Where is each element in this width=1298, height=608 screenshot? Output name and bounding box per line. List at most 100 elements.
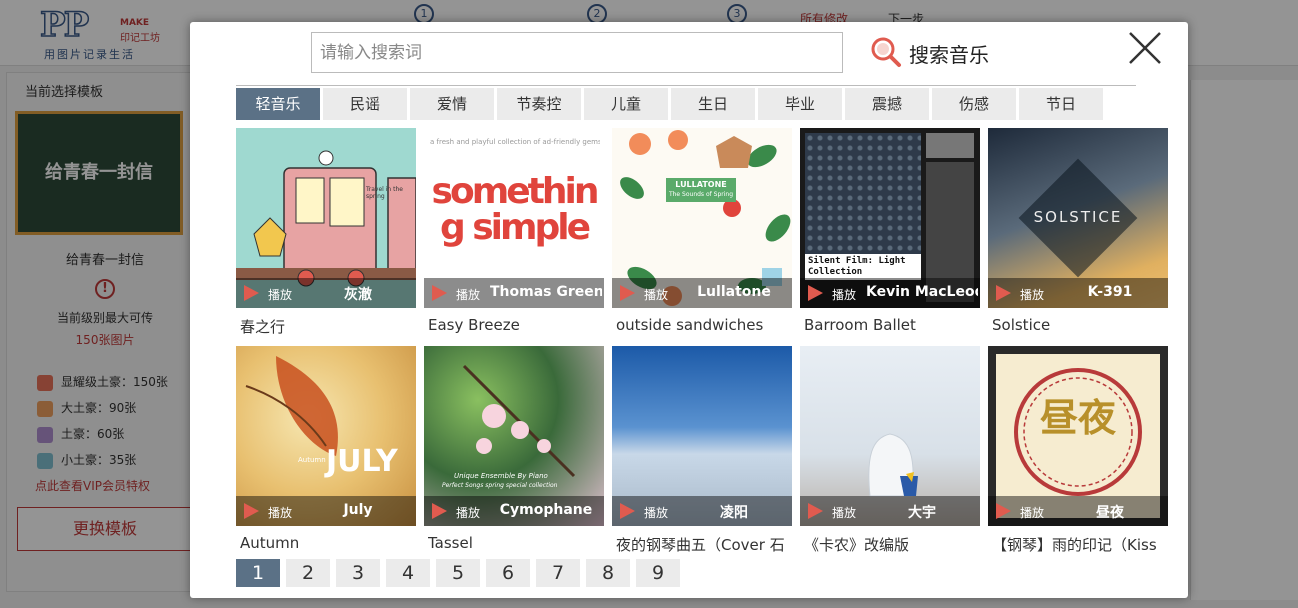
play-icon xyxy=(244,503,259,519)
page-button-5[interactable]: 5 xyxy=(436,559,480,587)
play-bar[interactable]: 播放 Kevin MacLeod xyxy=(800,278,980,308)
play-label: 播放 xyxy=(268,288,293,302)
play-bar[interactable]: 播放 灰澈 xyxy=(236,278,416,308)
play-label: 播放 xyxy=(644,288,669,302)
song-card[interactable]: Travel in the spring 播放 灰澈 春之行 xyxy=(236,128,416,338)
song-card[interactable]: Silent Film: Light Collection 播放 Kevin M… xyxy=(800,128,980,338)
song-artist: Lullatone xyxy=(697,284,771,300)
song-card[interactable]: a fresh and playful collection of ad-fri… xyxy=(424,128,604,338)
cover-pattern xyxy=(805,133,921,273)
song-card[interactable]: LULLATONE The Sounds of Spring 播放 Lullat… xyxy=(612,128,792,338)
page-button-8[interactable]: 8 xyxy=(586,559,630,587)
page-button-2[interactable]: 2 xyxy=(286,559,330,587)
song-title: 春之行 xyxy=(240,318,286,336)
cover-title: Unique Ensemble By Piano xyxy=(454,472,548,480)
search-divider xyxy=(236,85,1136,86)
song-artist: Thomas Greenberg xyxy=(490,284,602,300)
play-bar[interactable]: 播放 Cymophane xyxy=(424,496,604,526)
play-icon xyxy=(432,503,447,519)
play-label: 播放 xyxy=(1020,506,1045,520)
search-music-button[interactable]: 搜索音乐 xyxy=(870,34,1000,70)
play-label: 播放 xyxy=(1020,288,1045,302)
play-icon xyxy=(996,285,1011,301)
song-title: 《卡农》改编版 xyxy=(804,536,910,554)
tab-rhythm[interactable]: 节奏控 xyxy=(497,88,581,120)
song-card[interactable]: 播放 大宇 《卡农》改编版 xyxy=(800,346,980,556)
song-artist: 灰澈 xyxy=(344,287,372,303)
play-icon xyxy=(808,285,823,301)
song-title: Solstice xyxy=(992,316,1051,334)
song-title: 【钢琴】雨的印记（Kiss xyxy=(992,536,1157,554)
tab-folk[interactable]: 民谣 xyxy=(323,88,407,120)
song-title: Autumn xyxy=(240,534,300,552)
close-icon[interactable] xyxy=(1127,30,1163,66)
cover-title: 昼夜 xyxy=(1039,396,1116,440)
music-search-input[interactable] xyxy=(311,32,843,73)
tab-love[interactable]: 爱情 xyxy=(410,88,494,120)
music-picker-dialog: 搜索音乐 轻音乐 民谣 爱情 节奏控 儿童 生日 毕业 震撼 伤感 节日 xyxy=(190,22,1188,598)
song-title: Barroom Ballet xyxy=(804,316,916,334)
song-card[interactable]: Autumn JULY 播放 July Autumn xyxy=(236,346,416,556)
tab-sad[interactable]: 伤感 xyxy=(932,88,1016,120)
play-bar[interactable]: 播放 Thomas Greenberg xyxy=(424,278,604,308)
play-label: 播放 xyxy=(832,288,857,302)
search-music-label: 搜索音乐 xyxy=(909,43,989,67)
cover-title: JULY xyxy=(326,444,398,479)
song-card[interactable]: 播放 凌阳 夜的钢琴曲五（Cover 石 xyxy=(612,346,792,556)
cover-block xyxy=(926,133,974,158)
cover-title: Silent Film: Light Collection xyxy=(808,256,906,277)
page-button-1[interactable]: 1 xyxy=(236,559,280,587)
play-bar[interactable]: 播放 凌阳 xyxy=(612,496,792,526)
cover-subtext: The Sounds of Spring xyxy=(668,191,734,198)
play-bar[interactable]: 播放 July xyxy=(236,496,416,526)
page-button-4[interactable]: 4 xyxy=(386,559,430,587)
play-icon xyxy=(996,503,1011,519)
song-title: Tassel xyxy=(428,534,473,552)
cover-subtext: Perfect Songs spring special collection xyxy=(442,482,558,489)
play-bar[interactable]: 播放 大宇 xyxy=(800,496,980,526)
tab-epic[interactable]: 震撼 xyxy=(845,88,929,120)
play-icon xyxy=(620,503,635,519)
cover-title: LULLATONE xyxy=(675,180,727,189)
tab-light-music[interactable]: 轻音乐 xyxy=(236,88,320,120)
song-artist: 大宇 xyxy=(908,505,936,521)
song-card[interactable]: SOLSTICE 播放 K-391 Solstice xyxy=(988,128,1168,338)
play-bar[interactable]: 播放 K-391 xyxy=(988,278,1168,308)
song-artist: July xyxy=(343,502,373,518)
tab-graduation[interactable]: 毕业 xyxy=(758,88,842,120)
cover-subtext: a fresh and playful collection of ad-fri… xyxy=(430,138,600,146)
play-label: 播放 xyxy=(268,506,293,520)
tab-holiday[interactable]: 节日 xyxy=(1019,88,1103,120)
song-artist: 昼夜 xyxy=(1096,505,1124,521)
tab-children[interactable]: 儿童 xyxy=(584,88,668,120)
song-artist: Cymophane xyxy=(499,502,593,518)
song-title: 夜的钢琴曲五（Cover 石 xyxy=(616,536,785,554)
search-icon xyxy=(871,37,901,67)
cover-title: SOLSTICE xyxy=(1033,208,1123,226)
cover-title: something simple xyxy=(431,171,600,248)
cover-text: Travel in the spring xyxy=(366,186,403,200)
play-label: 播放 xyxy=(456,506,481,520)
page-button-9[interactable]: 9 xyxy=(636,559,680,587)
cover-subtext: Autumn xyxy=(298,456,326,464)
page-button-7[interactable]: 7 xyxy=(536,559,580,587)
play-label: 播放 xyxy=(644,506,669,520)
song-artist: Kevin MacLeod xyxy=(866,284,978,300)
play-bar[interactable]: 播放 Lullatone xyxy=(612,278,792,308)
song-artist: 凌阳 xyxy=(720,505,748,521)
song-artist: K-391 xyxy=(1087,284,1133,300)
song-card[interactable]: 昼夜 播放 昼夜 【钢琴】雨的印记（Kiss xyxy=(988,346,1168,556)
play-label: 播放 xyxy=(832,506,857,520)
play-icon xyxy=(808,503,823,519)
play-icon xyxy=(244,285,259,301)
play-icon xyxy=(432,285,447,301)
play-icon xyxy=(620,285,635,301)
page-button-3[interactable]: 3 xyxy=(336,559,380,587)
tab-birthday[interactable]: 生日 xyxy=(671,88,755,120)
song-title: outside sandwiches xyxy=(616,316,764,334)
page-button-6[interactable]: 6 xyxy=(486,559,530,587)
play-label: 播放 xyxy=(456,288,481,302)
song-title: Easy Breeze xyxy=(428,316,520,334)
song-card[interactable]: Unique Ensemble By Piano Perfect Songs s… xyxy=(424,346,604,556)
play-bar[interactable]: 播放 昼夜 xyxy=(988,496,1168,526)
